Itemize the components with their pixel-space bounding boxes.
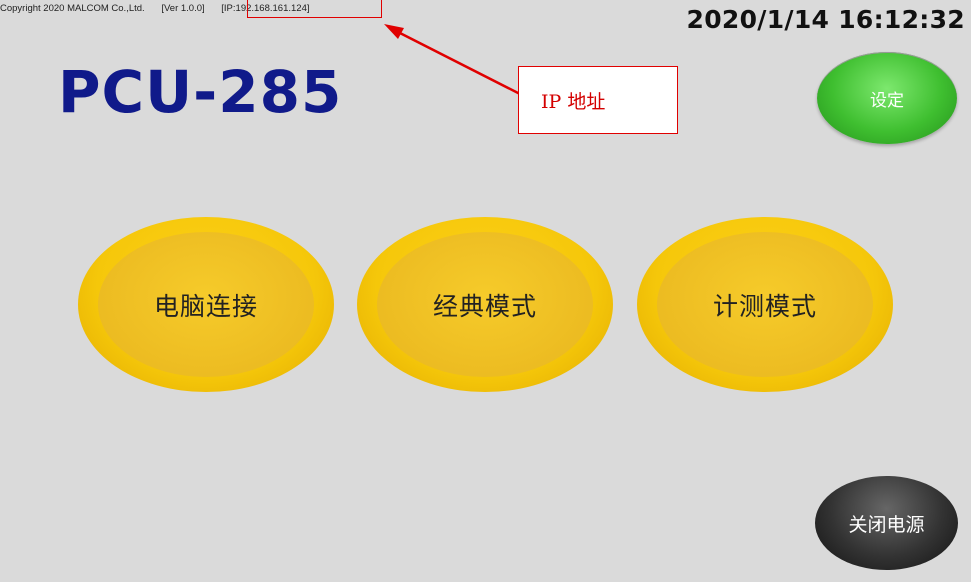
version-text: [Ver 1.0.0] bbox=[161, 3, 205, 14]
power-off-button[interactable]: 关闭电源 bbox=[815, 476, 958, 570]
classic-mode-button[interactable]: 经典模式 bbox=[357, 217, 613, 392]
classic-mode-label: 经典模式 bbox=[432, 291, 537, 321]
annotation-label: IP 地址 bbox=[541, 90, 606, 113]
settings-button[interactable]: 设定 bbox=[817, 52, 957, 144]
datetime-display: 2020/1/14 16:12:32 bbox=[686, 5, 965, 34]
model-title: PCU-285 bbox=[58, 58, 343, 126]
pc-connect-label: 电脑连接 bbox=[153, 291, 258, 321]
measure-mode-button[interactable]: 计测模式 bbox=[637, 217, 893, 392]
pc-connect-button[interactable]: 电脑连接 bbox=[78, 217, 334, 392]
annotation-box: IP 地址 bbox=[518, 66, 678, 134]
ip-highlight-frame bbox=[247, 0, 382, 18]
copyright-text: Copyright 2020 MALCOM Co.,Ltd. bbox=[0, 3, 145, 14]
measure-mode-label: 计测模式 bbox=[712, 291, 817, 321]
